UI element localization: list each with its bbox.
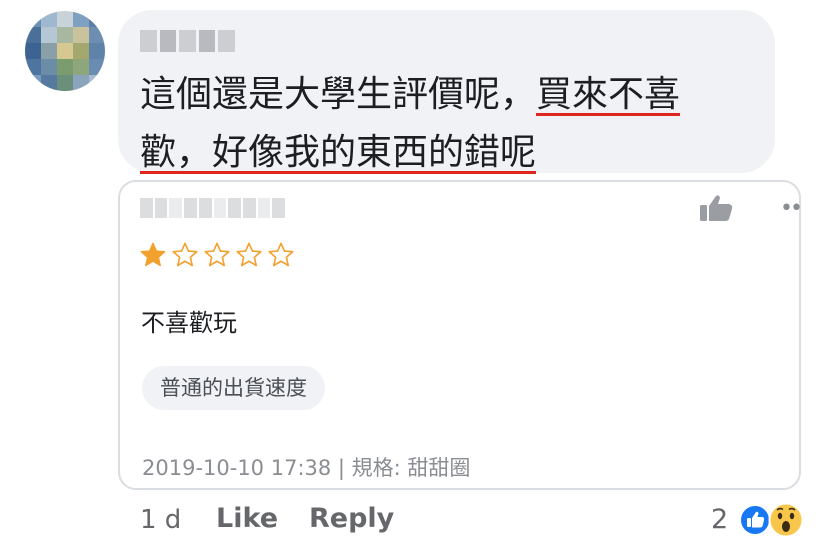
like-reaction-icon[interactable] xyxy=(739,504,771,536)
review-tag: 普通的出貨速度 xyxy=(142,366,325,410)
star-rating xyxy=(139,241,295,269)
more-dots-icon: •• xyxy=(780,196,803,221)
reaction-count[interactable]: 2 xyxy=(711,504,728,535)
star-empty-icon xyxy=(172,242,198,267)
comment-text-line2-b: ，好像我的東西的錯呢 xyxy=(176,132,537,173)
avatar[interactable] xyxy=(25,11,105,91)
author-name-blurred[interactable] xyxy=(140,30,235,52)
review-meta: 2019-10-10 17:38 | 規格: 甜甜圈 xyxy=(142,456,471,480)
comment-text-line2-a: 歡 xyxy=(140,132,177,173)
star-empty-icon xyxy=(236,242,262,267)
star-filled-icon xyxy=(140,242,166,267)
review-text: 不喜歡玩 xyxy=(141,309,237,337)
comment-text: 這個還是大學生評價呢，買來不喜 歡，好像我的東西的錯呢 xyxy=(140,66,760,182)
reviewer-name-blurred xyxy=(140,198,286,218)
comment-text-line2-underlined: 歡，好像我的東西的錯呢 xyxy=(140,132,536,173)
thumbs-up-icon xyxy=(700,195,733,221)
comment-time[interactable]: 1 d xyxy=(140,505,181,535)
like-button[interactable]: Like xyxy=(216,503,278,534)
wow-reaction-icon[interactable] xyxy=(768,502,804,538)
star-empty-icon xyxy=(204,242,230,267)
comment-text-line1-underlined: 買來不喜 xyxy=(536,74,681,115)
reply-button[interactable]: Reply xyxy=(309,503,394,534)
comment-text-line1-a: 這個還是大學生評價呢， xyxy=(140,74,537,115)
star-empty-icon xyxy=(268,242,294,267)
